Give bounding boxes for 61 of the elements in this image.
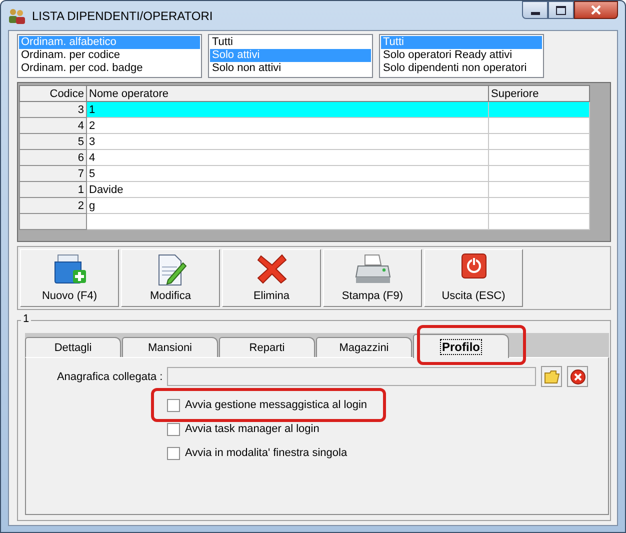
print-button[interactable]: Stampa (F9) (323, 249, 422, 307)
minimize-button[interactable] (522, 1, 548, 19)
list-item[interactable]: Ordinam. per cod. badge (19, 62, 200, 75)
list-item[interactable]: Tutti (210, 36, 371, 49)
list-item[interactable]: Solo non attivi (210, 62, 371, 75)
table-row[interactable]: 2 g (20, 198, 590, 214)
people-icon (8, 8, 26, 24)
table-row[interactable]: 7 5 (20, 166, 590, 182)
table-row[interactable]: 3 1 (20, 102, 590, 118)
row-header-cell: 7 (20, 166, 86, 182)
row-header-cell: 2 (20, 198, 86, 214)
close-icon (590, 5, 602, 15)
checkbox[interactable] (167, 422, 180, 436)
column-header[interactable]: Superiore (488, 86, 590, 102)
maximize-button[interactable] (548, 1, 574, 19)
table-row[interactable]: 1 Davide (20, 182, 590, 198)
table-cell: 5 (86, 166, 488, 182)
list-item[interactable]: Ordinam. per codice (19, 49, 200, 62)
delete-button[interactable]: Elimina (222, 249, 321, 307)
group-title: 1 (21, 313, 32, 325)
table-cell: 3 (86, 134, 488, 150)
printer-icon (354, 253, 390, 285)
table-cell: g (86, 198, 488, 214)
row-header-cell: 3 (20, 102, 86, 118)
checkbox-label: Avvia gestione messaggistica al login (185, 399, 368, 411)
table-cell: 2 (86, 118, 488, 134)
tab[interactable]: Mansioni (122, 337, 218, 357)
power-icon (460, 253, 486, 279)
input-field[interactable] (166, 367, 536, 386)
exit-button[interactable]: Uscita (ESC) (424, 249, 523, 307)
column-header[interactable]: Codice (20, 86, 86, 102)
new-button[interactable]: Nuovo (F4) (20, 249, 119, 307)
table-row[interactable]: 6 4 (20, 150, 590, 166)
list-item[interactable]: Solo operatori Ready attivi (381, 49, 542, 62)
delete-icon (256, 253, 288, 285)
edit-button[interactable]: Modifica (121, 249, 220, 307)
checkbox[interactable] (167, 398, 180, 412)
table-cell: 1 (86, 102, 488, 118)
tab[interactable]: Dettagli (25, 337, 121, 357)
table-row[interactable]: 5 3 (20, 134, 590, 150)
window-title: LISTA DIPENDENTI/OPERATORI (32, 8, 213, 22)
close-button[interactable] (574, 1, 618, 19)
field-label: Anagrafica collegata : (56, 370, 163, 382)
table-cell: Davide (86, 182, 488, 198)
checkbox[interactable] (167, 446, 180, 460)
row-header-cell: 4 (20, 118, 86, 134)
checkbox-label: Avvia in modalita' finestra singola (185, 447, 348, 459)
row-header-cell: 1 (20, 182, 86, 198)
table-row[interactable]: 4 2 (20, 118, 590, 134)
row-header-cell: 5 (20, 134, 86, 150)
folder-plus-icon (52, 253, 86, 285)
tab[interactable]: Magazzini (316, 337, 412, 357)
table-cell: 4 (86, 150, 488, 166)
row-header-cell: 6 (20, 150, 86, 166)
tab[interactable]: Profilo (413, 334, 509, 358)
list-item[interactable]: Solo dipendenti non operatori (381, 62, 542, 75)
tab[interactable]: Reparti (219, 337, 315, 357)
browse-button[interactable] (541, 366, 562, 387)
column-header[interactable]: Nome operatore (86, 86, 488, 102)
checkbox-label: Avvia task manager al login (185, 423, 320, 435)
clear-button[interactable] (567, 366, 588, 387)
